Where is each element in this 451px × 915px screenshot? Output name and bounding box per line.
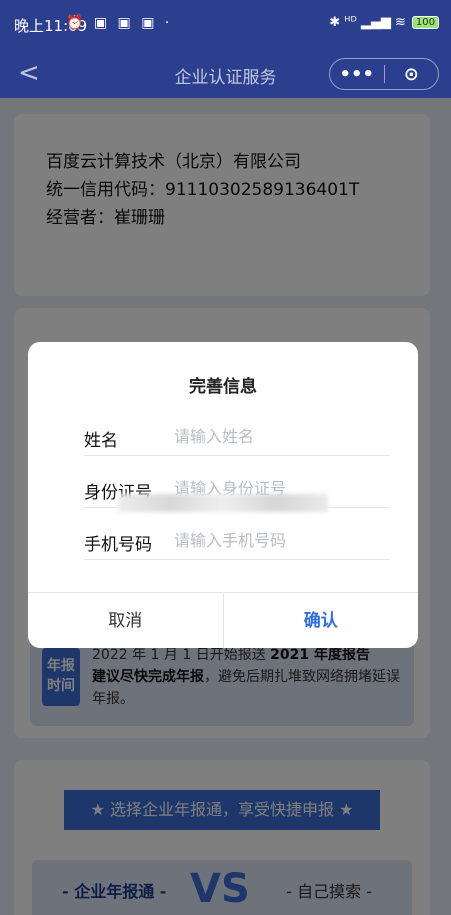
system-status-icons: ✱ ᴴᴰ ▂▄▆ ≋ 100	[329, 15, 439, 30]
name-input[interactable]	[174, 422, 384, 450]
phone-field: 手机号码	[84, 520, 390, 560]
connectivity-icons: ✱ ᴴᴰ ▂▄▆ ≋	[329, 15, 406, 30]
close-target-icon[interactable]: ⊙	[385, 64, 439, 85]
more-icon[interactable]: •••	[330, 64, 384, 85]
notification-icons: ⏰ ▣ ▣ ▣ ·	[66, 15, 173, 31]
name-field: 姓名	[84, 416, 390, 456]
miniprogram-capsule: ••• ⊙	[329, 58, 439, 90]
status-bar: 晚上11:09 ⏰ ▣ ▣ ▣ · ✱ ᴴᴰ ▂▄▆ ≋ 100	[0, 0, 451, 50]
blurred-autofill	[118, 494, 328, 512]
phone-label: 手机号码	[84, 535, 152, 555]
nav-bar: < 企业认证服务 ••• ⊙	[0, 50, 451, 98]
dialog-actions: 取消 确认	[28, 592, 418, 648]
cancel-button[interactable]: 取消	[28, 593, 224, 648]
confirm-button[interactable]: 确认	[224, 593, 419, 648]
phone-input[interactable]	[174, 526, 384, 554]
dialog-title: 完善信息	[189, 377, 257, 397]
battery-icon: 100	[411, 16, 439, 29]
complete-info-dialog: 完善信息 姓名 身份证号 手机号码 取消 确认	[28, 342, 418, 648]
name-label: 姓名	[84, 431, 118, 451]
